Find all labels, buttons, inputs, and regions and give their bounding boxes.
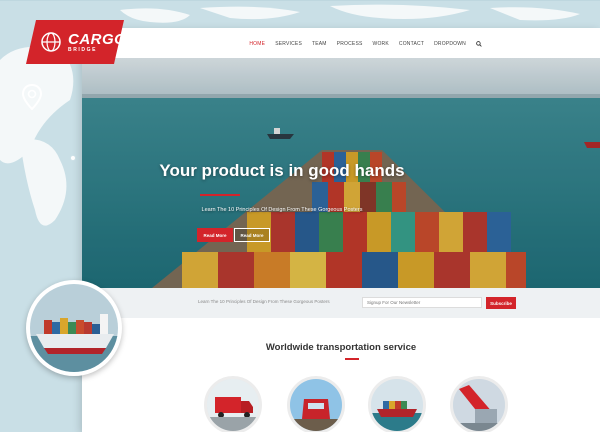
website-page: HOME SERVICES TEAM PROCESS WORK CONTACT …: [82, 28, 600, 432]
service-ship-image[interactable]: [368, 376, 426, 432]
cargo-loading-icon: [453, 379, 505, 431]
read-more-button[interactable]: Read More: [197, 228, 233, 242]
hero-subtitle: Learn The 10 Principles Of Design From T…: [201, 207, 363, 213]
featured-ship-circle: [26, 280, 122, 376]
truck-icon: [207, 379, 259, 431]
main-menu: HOME SERVICES TEAM PROCESS WORK CONTACT …: [249, 40, 482, 48]
newsletter-bar: Learn The 10 Principles Of Design From T…: [82, 288, 600, 318]
newsletter-email-input[interactable]: [362, 297, 482, 308]
nav-item-team[interactable]: TEAM: [312, 41, 327, 47]
logo-name: CARGO: [68, 31, 127, 48]
location-pin-icon: [22, 84, 42, 110]
subscribe-button[interactable]: Subscribe: [486, 297, 516, 309]
hero-title: Your product is in good hands: [159, 161, 405, 180]
nav-item-home[interactable]: HOME: [249, 41, 265, 47]
hero-title-underline: [200, 194, 240, 196]
services-title: Worldwide transportation service: [265, 342, 417, 353]
service-loading-image[interactable]: [450, 376, 508, 432]
nav-item-process[interactable]: PROCESS: [337, 41, 363, 47]
logo-tagline: BRIDGE: [68, 47, 98, 53]
read-more-outline-button[interactable]: Read More: [234, 228, 270, 242]
top-navigation: HOME SERVICES TEAM PROCESS WORK CONTACT …: [82, 28, 600, 58]
nav-item-work[interactable]: WORK: [373, 41, 389, 47]
nav-item-contact[interactable]: CONTACT: [399, 41, 424, 47]
services-title-underline: [345, 358, 359, 360]
map-dot-marker: [70, 155, 76, 161]
service-truck-image[interactable]: [204, 376, 262, 432]
container-ship-thumbnail: [30, 284, 118, 372]
nav-item-dropdown[interactable]: DROPDOWN: [434, 41, 466, 47]
service-train-image[interactable]: [287, 376, 345, 432]
train-icon: [290, 379, 342, 431]
nav-item-services[interactable]: SERVICES: [275, 41, 302, 47]
cargo-ship-icon: [371, 379, 423, 431]
search-icon[interactable]: [476, 41, 482, 47]
newsletter-text: Learn The 10 Principles Of Design From T…: [198, 299, 330, 304]
hero-banner: Your product is in good hands Learn The …: [82, 58, 600, 288]
